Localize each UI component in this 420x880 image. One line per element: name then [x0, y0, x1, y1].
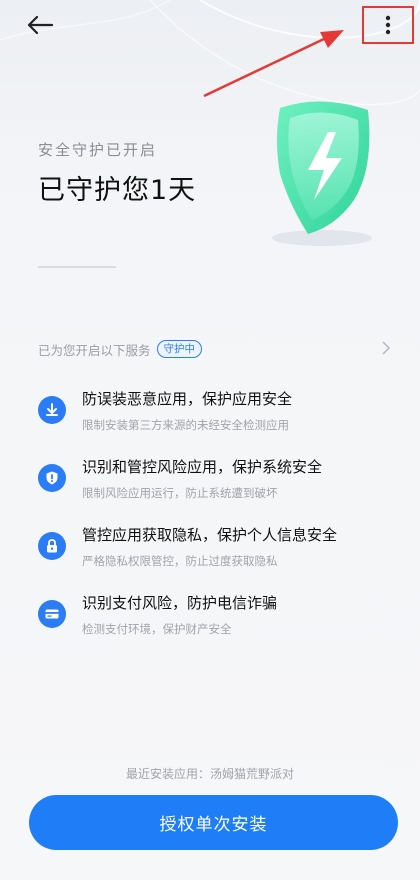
- service-item-malicious-apps: 防误装恶意应用，保护应用安全 限制安装第三方来源的未经安全检测应用: [38, 388, 390, 456]
- download-shield-icon: [38, 396, 66, 424]
- service-item-payment: 识别支付风险，防护电信诈骗 检测支付环境，保护财产安全: [38, 592, 390, 660]
- service-title: 识别和管控风险应用，保护系统安全: [82, 458, 323, 476]
- lock-icon: [38, 532, 66, 560]
- service-item-privacy: 管控应用获取隐私，保护个人信息安全 严格隐私权限管控，防止过度获取隐私: [38, 524, 390, 592]
- arrow-left-icon: [27, 15, 53, 35]
- service-list: 防误装恶意应用，保护应用安全 限制安装第三方来源的未经安全检测应用 识别和管控风…: [38, 388, 390, 660]
- shield-illustration: [250, 88, 390, 258]
- services-label: 已为您开启以下服务: [38, 342, 151, 358]
- service-title: 防误装恶意应用，保护应用安全: [82, 390, 293, 408]
- protection-status-subtitle: 安全守护已开启: [38, 141, 158, 159]
- back-button[interactable]: [22, 10, 58, 40]
- shield-alert-icon: [38, 464, 66, 492]
- shield-lightning-icon: [272, 101, 372, 246]
- card-icon: [38, 600, 66, 628]
- service-description: 严格隐私权限管控，防止过度获取隐私: [82, 554, 278, 568]
- status-badge: 守护中: [156, 340, 203, 358]
- service-description: 限制安装第三方来源的未经安全检测应用: [82, 418, 289, 432]
- services-header[interactable]: 已为您开启以下服务 守护中: [38, 339, 390, 359]
- service-title: 识别支付风险，防护电信诈骗: [82, 594, 278, 612]
- service-description: 限制风险应用运行，防止系统遭到破坏: [82, 486, 278, 500]
- chevron-right-icon: [382, 341, 390, 355]
- recent-app-text: 最近安装应用：汤姆猫荒野派对: [125, 767, 294, 781]
- more-options-button[interactable]: [362, 6, 414, 44]
- divider: [38, 266, 116, 268]
- protection-status-title: 已守护您1天: [38, 175, 197, 206]
- authorize-install-button[interactable]: 授权单次安装: [29, 795, 398, 850]
- service-title: 管控应用获取隐私，保护个人信息安全: [82, 526, 338, 544]
- service-description: 检测支付环境，保护财产安全: [82, 622, 232, 636]
- service-item-risk-apps: 识别和管控风险应用，保护系统安全 限制风险应用运行，防止系统遭到破坏: [38, 456, 390, 524]
- more-vertical-icon: [385, 15, 391, 35]
